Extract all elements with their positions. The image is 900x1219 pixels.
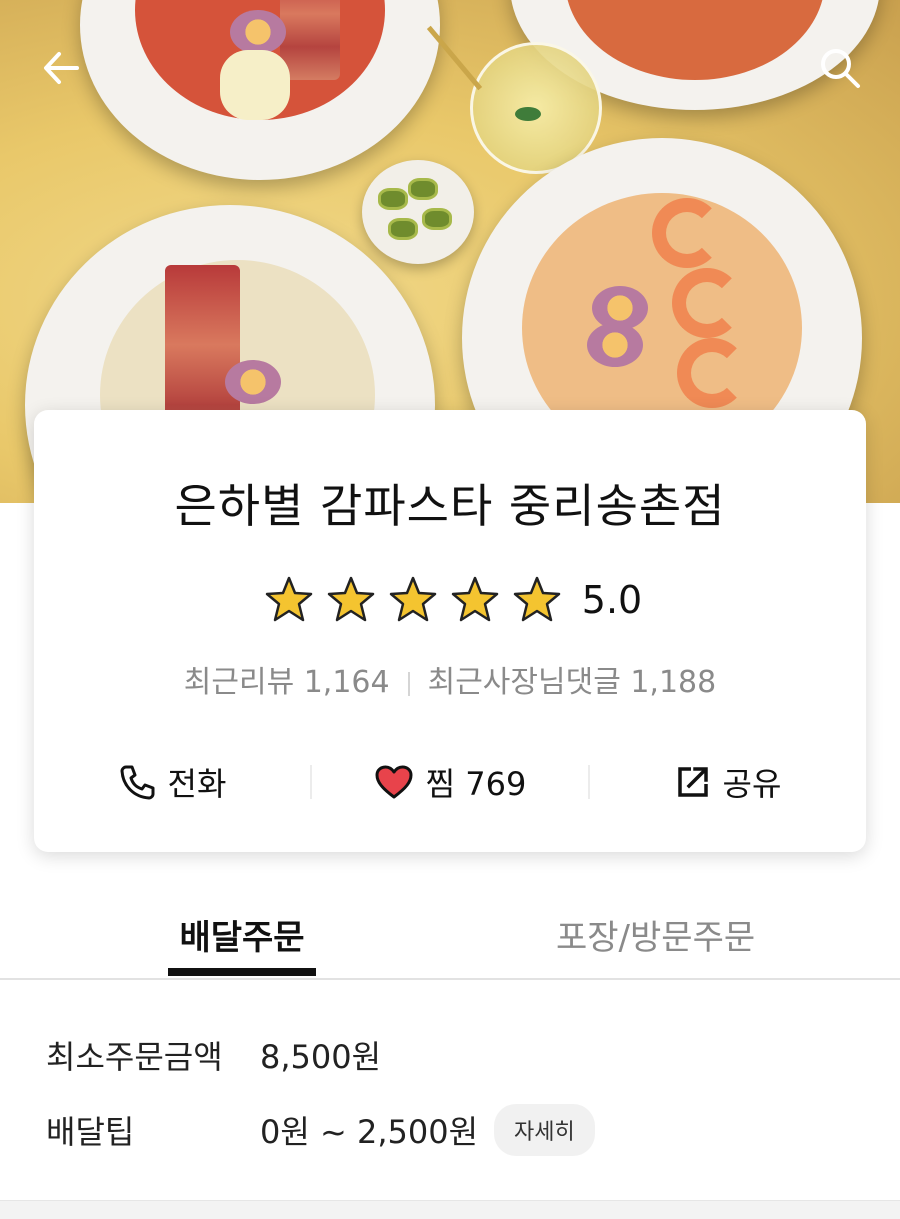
min-order-value: 8,500원 bbox=[260, 1038, 382, 1076]
delivery-tip-value: 0원 ~ 2,500원 bbox=[260, 1113, 479, 1151]
action-row: 전화 찜 769 공유 bbox=[34, 750, 866, 814]
plate-tomato-risotto bbox=[80, 0, 440, 180]
share-button[interactable]: 공유 bbox=[590, 759, 866, 805]
section-divider bbox=[0, 1200, 900, 1219]
delivery-tip-row: 배달팁 0원 ~ 2,500원 자세히 bbox=[46, 1104, 595, 1156]
active-tab-indicator bbox=[168, 968, 316, 976]
rating-row: 5.0 bbox=[34, 575, 866, 625]
call-label: 전화 bbox=[167, 765, 227, 803]
min-order-row: 최소주문금액 8,500원 bbox=[46, 1032, 381, 1078]
favorite-label: 찜 769 bbox=[425, 765, 527, 803]
min-order-label: 최소주문금액 bbox=[46, 1038, 223, 1076]
call-button[interactable]: 전화 bbox=[34, 759, 310, 805]
delivery-tip-label: 배달팁 bbox=[46, 1113, 135, 1151]
tab-delivery[interactable]: 배달주문 bbox=[168, 910, 316, 959]
separator bbox=[407, 671, 410, 696]
recent-reviews-link[interactable]: 최근리뷰 1,164 bbox=[184, 665, 390, 700]
delivery-tip-detail-button[interactable]: 자세히 bbox=[494, 1104, 595, 1156]
store-name: 은하별 감파스타 중리송촌점 bbox=[174, 479, 726, 533]
order-type-tabs: 배달주문 포장/방문주문 bbox=[0, 880, 900, 980]
share-icon bbox=[677, 767, 708, 797]
star-icon bbox=[389, 576, 437, 622]
share-label: 공유 bbox=[722, 765, 782, 803]
phone-icon bbox=[120, 765, 155, 800]
star-icon bbox=[451, 576, 499, 622]
rating-value: 5.0 bbox=[581, 578, 643, 622]
star-icon bbox=[327, 576, 375, 622]
favorite-button[interactable]: 찜 769 bbox=[312, 759, 588, 805]
tab-pickup[interactable]: 포장/방문주문 bbox=[556, 910, 755, 959]
back-button[interactable] bbox=[33, 40, 89, 96]
search-icon bbox=[821, 49, 860, 88]
star-icon bbox=[265, 576, 313, 622]
store-info-card: 은하별 감파스타 중리송촌점 5.0 최근리뷰 1,164 최근사장님댓글 1,1… bbox=[34, 410, 866, 852]
back-arrow-icon bbox=[44, 52, 79, 84]
review-counts: 최근리뷰 1,164 최근사장님댓글 1,188 bbox=[34, 657, 866, 701]
search-button[interactable] bbox=[812, 40, 868, 96]
star-icon bbox=[513, 576, 561, 622]
pickle-bowl bbox=[362, 160, 474, 264]
owner-comments-link[interactable]: 최근사장님댓글 1,188 bbox=[428, 665, 717, 700]
heart-icon bbox=[375, 765, 413, 799]
